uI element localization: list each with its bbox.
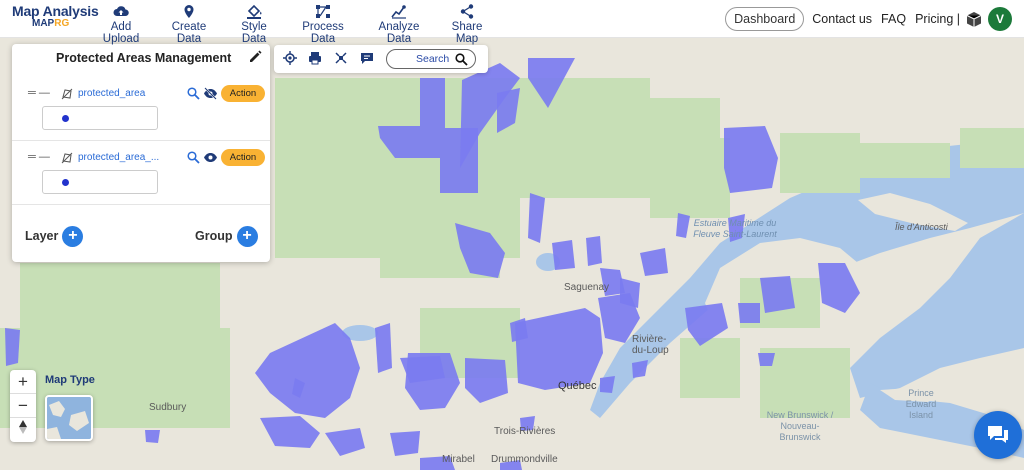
nav-share-map[interactable]: Share Map xyxy=(440,4,494,45)
nav-style-data[interactable]: Style Data xyxy=(228,4,280,45)
add-layer-control[interactable]: Layer + xyxy=(25,226,84,247)
dashboard-button[interactable]: Dashboard xyxy=(725,7,805,31)
map-label-estuary: Estuaire Maritime du Fleuve Saint-Lauren… xyxy=(693,218,777,239)
layer-row[interactable]: ═ — protected_area Action xyxy=(12,84,270,106)
measure-icon[interactable] xyxy=(334,51,348,65)
compass-reset-button[interactable] xyxy=(10,418,36,442)
chat-support-button[interactable] xyxy=(974,411,1022,459)
share-icon xyxy=(460,4,474,19)
map-label-anticosti: Île d'Anticosti xyxy=(895,222,948,232)
satellite-preview xyxy=(47,397,91,439)
layer-panel: Protected Areas Management ═ — protected… xyxy=(12,44,270,262)
layer-style-swatch[interactable] xyxy=(42,170,158,194)
zoom-in-button[interactable]: + xyxy=(10,370,36,394)
user-avatar[interactable]: V xyxy=(988,7,1012,31)
map-type-thumbnail[interactable] xyxy=(45,395,93,441)
comment-icon[interactable] xyxy=(360,51,374,65)
layer-style-swatch[interactable] xyxy=(42,106,158,130)
analyze-chart-icon xyxy=(391,5,406,19)
map-label-sudbury: Sudbury xyxy=(149,402,187,413)
top-navigation-bar: Map Analysis MAPRG Add Upload Create Dat… xyxy=(0,0,1024,45)
add-group-button[interactable]: + xyxy=(236,226,258,247)
nav-label: Style Data xyxy=(241,21,267,45)
zoom-to-layer-icon[interactable] xyxy=(187,151,200,164)
map-label-mirabel: Mirabel xyxy=(442,454,475,465)
search-placeholder: Search xyxy=(416,53,450,65)
zoom-control: + − xyxy=(10,370,36,442)
nav-analyze-data[interactable]: Analyze Data xyxy=(365,4,433,45)
nav-label: Create Data xyxy=(171,21,207,45)
location-pin-icon xyxy=(184,5,194,18)
right-navigation: Dashboard Contact us FAQ Pricing | V xyxy=(725,0,1024,38)
cube-icon[interactable] xyxy=(966,11,982,28)
add-layer-button[interactable]: + xyxy=(62,226,84,247)
panel-title: Protected Areas Management xyxy=(56,51,232,65)
search-icon xyxy=(455,53,468,66)
pricing-link[interactable]: Pricing | xyxy=(915,12,960,26)
contact-link[interactable]: Contact us xyxy=(812,12,872,26)
search-input[interactable]: Search xyxy=(386,49,476,69)
locate-icon[interactable] xyxy=(283,51,297,65)
layer-action-button[interactable]: Action xyxy=(221,85,265,102)
map-label-quebec: Québec xyxy=(558,380,597,392)
nav-process-data[interactable]: Process Data xyxy=(289,4,357,45)
drag-handle-icon[interactable]: ═ — xyxy=(28,87,50,99)
zoom-to-layer-icon[interactable] xyxy=(187,87,200,100)
visibility-off-icon[interactable] xyxy=(203,87,218,100)
compass-icon xyxy=(19,420,27,434)
divider xyxy=(12,140,270,141)
visibility-on-icon[interactable] xyxy=(203,151,218,164)
map-label-new-brunswick: New Brunswick / Nouveau-Brunswick xyxy=(766,410,834,442)
brand-subtitle: MAPRG xyxy=(32,18,70,29)
print-icon[interactable] xyxy=(308,51,322,65)
layer-name[interactable]: protected_area xyxy=(78,88,145,99)
chat-icon xyxy=(988,426,1008,443)
brand-logo[interactable]: Map Analysis MAPRG xyxy=(12,3,99,29)
nav-label: Add Upload xyxy=(102,21,140,45)
nav-label: Process Data xyxy=(302,21,344,45)
cloud-upload-icon xyxy=(113,6,129,16)
style-color-dot xyxy=(62,115,69,122)
map-label-riviere-du-loup: Rivière-du-Loup xyxy=(632,334,669,356)
zoom-out-button[interactable]: − xyxy=(10,394,36,418)
process-nodes-icon xyxy=(316,5,330,18)
map-label-saguenay: Saguenay xyxy=(564,282,610,293)
drag-handle-icon[interactable]: ═ — xyxy=(28,151,50,163)
paint-bucket-icon xyxy=(247,4,262,19)
group-label: Group xyxy=(195,228,233,243)
map-label-trois-rivieres: Trois-Rivières xyxy=(494,426,556,437)
style-color-dot xyxy=(62,179,69,186)
faq-link[interactable]: FAQ xyxy=(881,12,906,26)
map-toolbar: Search xyxy=(274,45,488,73)
polygon-layer-icon xyxy=(61,152,73,164)
nav-create-data[interactable]: Create Data xyxy=(159,4,219,45)
map-label-drummondville: Drummondville xyxy=(491,454,558,465)
polygon-layer-icon xyxy=(61,88,73,100)
map-type-label: Map Type xyxy=(45,374,95,386)
edit-pencil-icon[interactable] xyxy=(248,50,262,64)
add-group-control[interactable]: Group + xyxy=(195,226,258,247)
nav-label: Analyze Data xyxy=(378,21,420,45)
nav-add-upload[interactable]: Add Upload xyxy=(91,4,151,45)
divider xyxy=(12,204,270,205)
layer-row[interactable]: ═ — protected_area_... Action xyxy=(12,148,270,170)
map-label-pei: Prince Edward Island xyxy=(905,388,937,420)
brand-title: Map Analysis xyxy=(12,3,99,19)
layer-name[interactable]: protected_area_... xyxy=(78,152,159,163)
layer-label: Layer xyxy=(25,228,59,243)
nav-label: Share Map xyxy=(451,21,483,45)
layer-action-button[interactable]: Action xyxy=(221,149,265,166)
